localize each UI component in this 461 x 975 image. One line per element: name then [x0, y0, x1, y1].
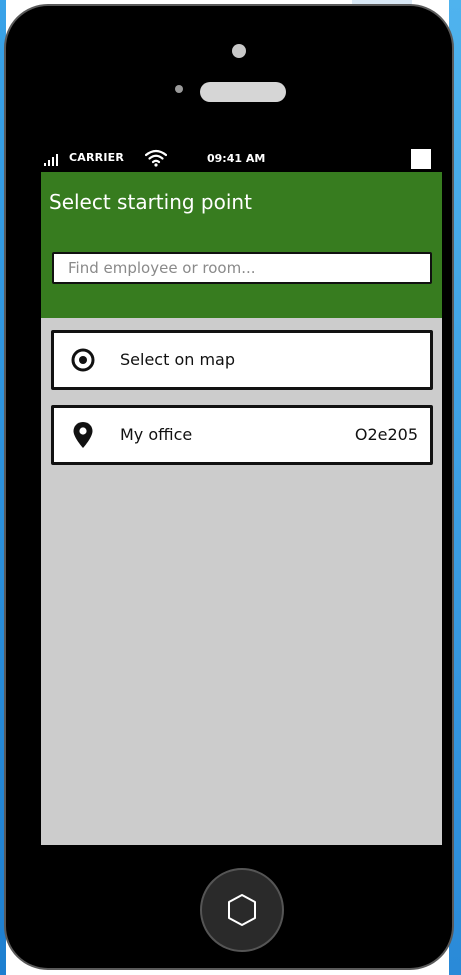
carrier-name: CARRIER [69, 151, 125, 164]
battery-icon [411, 149, 431, 169]
page-title: Select starting point [49, 190, 252, 214]
search-input[interactable] [52, 252, 432, 284]
status-time: 09:41 AM [207, 152, 266, 165]
office-room-code: O2e205 [354, 425, 418, 444]
phone-screen: CARRIER 09:41 AM Select starting point S… [41, 146, 442, 845]
wifi-icon [145, 149, 167, 167]
home-button-icon [228, 894, 256, 926]
map-pin-icon [73, 422, 93, 448]
earpiece-speaker [200, 82, 286, 102]
camera-dot [232, 44, 246, 58]
list-item-label: My office [120, 425, 193, 444]
phone-frame: CARRIER 09:41 AM Select starting point S… [4, 4, 454, 970]
app-header: Select starting point [41, 172, 442, 318]
signal-strength-icon [44, 152, 58, 166]
status-bar: CARRIER 09:41 AM [41, 146, 442, 172]
home-button[interactable] [200, 868, 284, 952]
target-icon [71, 348, 95, 372]
my-office-button[interactable]: My office O2e205 [51, 405, 433, 465]
proximity-sensor [175, 85, 183, 93]
list-item-label: Select on map [120, 350, 236, 369]
select-on-map-button[interactable]: Select on map [51, 330, 433, 390]
